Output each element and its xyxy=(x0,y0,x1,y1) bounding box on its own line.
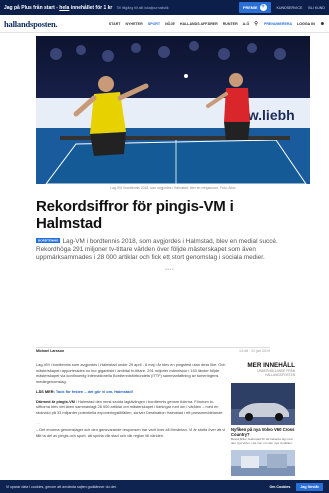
author-name[interactable]: Michael Larsson xyxy=(36,349,64,353)
hero-caption: Lag-VM i bordtennis 2018, som avgjordes … xyxy=(110,186,236,190)
nav-item-start[interactable]: START xyxy=(109,22,121,26)
promo-title: Jag på Plus från start - hela innehållet… xyxy=(4,4,113,11)
sidebar-ad-image-2[interactable] xyxy=(231,449,295,476)
category-tag[interactable]: BORDTENNIS xyxy=(36,237,61,243)
nav-items: START NYHETER SPORT NÖJE HALLANDS AFFÄRE… xyxy=(109,21,258,27)
user-icon[interactable]: ☻ xyxy=(320,21,325,27)
sidebar: MER INNEHÅLL UNDERHÅLLANDE FRÅN HALLANDS… xyxy=(231,362,295,476)
promo-subtitle: Till tillgång till allt lokaljournalisti… xyxy=(116,5,169,10)
nav-item-hallands-affarer[interactable]: HALLANDS AFFÄRER xyxy=(180,22,218,26)
article-title: Rekordsiffror för pingis-VM i Halmstad xyxy=(36,198,234,232)
promo-bar[interactable]: Jag på Plus från start - hela innehållet… xyxy=(0,0,329,15)
sidebar-item-title[interactable]: Nyfiken på nya Volvo V60 Cross Country? xyxy=(231,427,295,437)
article-lead: BORDTENNIS Lag-VM i bordtennis 2018, som … xyxy=(36,237,278,262)
cookie-text: Vi sparar data i cookies, genom att anvä… xyxy=(6,484,117,489)
ad-placeholder-dots: •••• xyxy=(165,267,175,273)
prenumerera-link[interactable]: PRENUMERERA xyxy=(264,22,292,26)
bli-kund-link[interactable]: BLI KUND xyxy=(308,6,325,10)
nav-item-nyheter[interactable]: NYHETER xyxy=(126,22,143,26)
nav-right: PRENUMERERA LOGGA IN ☻ xyxy=(264,21,325,27)
nav-item-noje[interactable]: NÖJE xyxy=(165,22,175,26)
sidebar-item-desc: Besök Bilia i Halmstad för att bekanta d… xyxy=(231,437,293,445)
cookie-accept-button[interactable]: Jag förstår xyxy=(296,482,323,491)
nav-item-runter[interactable]: RUNTER xyxy=(223,22,238,26)
cookie-info-link[interactable]: Om Cookies xyxy=(269,485,290,489)
site-logo[interactable]: hallandsposten. xyxy=(4,19,58,29)
read-more-label: LÄS MER: xyxy=(36,388,55,394)
kundservice-link[interactable]: KUNDSERVICE xyxy=(277,6,303,10)
read-more: LÄS MER: Tack för festen – det gör vi om… xyxy=(36,389,226,395)
publish-date: 13:48 · 22 jan 2019 xyxy=(239,349,270,353)
premium-button[interactable]: PREMIE + xyxy=(238,2,271,13)
paragraph-separator: --- xyxy=(36,419,40,425)
promo-title-link[interactable]: hela xyxy=(59,5,69,11)
sidebar-ad-image[interactable] xyxy=(231,383,295,425)
nav-item-sport[interactable]: SPORT xyxy=(148,22,160,26)
cookie-banner: Vi sparar data i cookies, genom att anvä… xyxy=(0,480,329,493)
byline: Michael Larsson 13:48 · 22 jan 2019 xyxy=(36,349,270,353)
main-nav: hallandsposten. START NYHETER SPORT NÖJE… xyxy=(0,15,329,33)
premium-label: PREMIE xyxy=(242,5,258,10)
paragraph-1: Lag-VM i bordtennis som avgjordes i Halm… xyxy=(36,362,226,385)
paragraph-2: Därmed är pingis-VM i Halmstad den mest … xyxy=(36,398,224,415)
search-icon[interactable]: ⚲ xyxy=(254,21,258,27)
read-more-link[interactable]: Tack för festen – det gör vi om, Halmsta… xyxy=(56,389,133,394)
plus-icon: + xyxy=(259,4,267,11)
nav-item-a-o[interactable]: A-Ö xyxy=(243,22,250,26)
byline-divider xyxy=(36,347,270,348)
article-header: Rekordsiffror för pingis-VM i Halmstad B… xyxy=(36,198,286,263)
sidebar-subtitle: UNDERHÅLLANDE FRÅN HALLANDSPOSTEN xyxy=(257,369,295,377)
hero-image: www.liebh xyxy=(36,36,310,184)
sidebar-title: MER INNEHÅLL xyxy=(247,362,295,369)
paragraph-3: – Det enorma genomslaget och den gensvar… xyxy=(36,427,226,439)
login-link[interactable]: LOGGA IN xyxy=(297,22,315,26)
article-body: Lag-VM i bordtennis som avgjordes i Halm… xyxy=(36,362,226,443)
